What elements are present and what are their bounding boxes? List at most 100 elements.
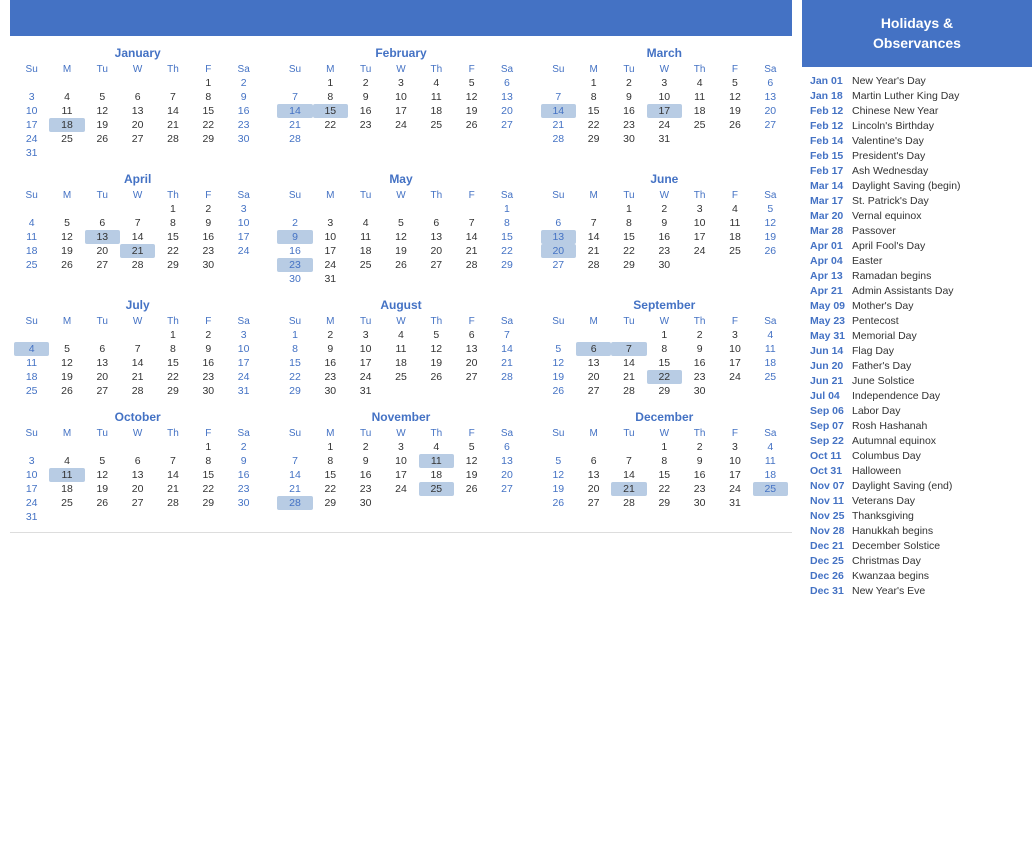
- calendar-day: 11: [14, 356, 49, 370]
- calendar-day: 14: [120, 356, 155, 370]
- calendar-day: 15: [647, 468, 682, 482]
- calendar-day: 12: [419, 342, 454, 356]
- calendar-day: [419, 272, 454, 286]
- weekday-header: Th: [419, 63, 454, 76]
- weekday-header: Su: [14, 189, 49, 202]
- calendar-day: 25: [419, 118, 454, 132]
- calendar-day: 5: [454, 76, 489, 90]
- calendar-day: 3: [226, 328, 261, 342]
- calendar-day: 24: [14, 132, 49, 146]
- holiday-date: Nov 07: [810, 480, 852, 492]
- weekday-header: Sa: [226, 63, 261, 76]
- calendar-day: 18: [419, 104, 454, 118]
- calendar-day: [753, 384, 788, 398]
- calendar-day: 10: [14, 104, 49, 118]
- calendar-day: [419, 496, 454, 510]
- weekday-header: Tu: [348, 189, 383, 202]
- calendar-day: 23: [611, 118, 646, 132]
- weekday-header: Su: [541, 189, 576, 202]
- calendar-day: [682, 132, 717, 146]
- calendar-day: 16: [611, 104, 646, 118]
- holiday-item: Feb 15President's Day: [810, 148, 1024, 163]
- holiday-item: Oct 11Columbus Day: [810, 448, 1024, 463]
- weekday-header: W: [383, 427, 418, 440]
- calendar-day: 21: [489, 356, 524, 370]
- calendar-day: 21: [576, 244, 611, 258]
- calendar-day: 11: [49, 104, 84, 118]
- calendar-day: 6: [454, 328, 489, 342]
- calendar-day: 12: [49, 356, 84, 370]
- holiday-item: Nov 28Hanukkah begins: [810, 523, 1024, 538]
- calendar-day: 10: [717, 342, 752, 356]
- calendar-day: [155, 510, 190, 524]
- holiday-date: Nov 11: [810, 495, 852, 507]
- calendar-day: 12: [717, 90, 752, 104]
- calendar-day: 19: [454, 104, 489, 118]
- calendar-day: 14: [155, 468, 190, 482]
- calendar-day: 8: [313, 454, 348, 468]
- calendar-day: 13: [454, 342, 489, 356]
- calendar-day: 15: [611, 230, 646, 244]
- calendar-day: 1: [155, 202, 190, 216]
- calendar-day: 16: [226, 468, 261, 482]
- holiday-name: Thanksgiving: [852, 510, 914, 522]
- calendar-day: 23: [277, 258, 312, 272]
- calendar-day: 21: [277, 118, 312, 132]
- calendar-day: 16: [647, 230, 682, 244]
- calendar-day: 21: [155, 118, 190, 132]
- calendar-day: 4: [753, 328, 788, 342]
- calendar-day: 26: [717, 118, 752, 132]
- holiday-date: Dec 21: [810, 540, 852, 552]
- calendar-day: [454, 496, 489, 510]
- weekday-header: Su: [14, 427, 49, 440]
- calendar-day: 29: [155, 384, 190, 398]
- calendar-day: [682, 258, 717, 272]
- calendar-day: 5: [454, 440, 489, 454]
- holiday-name: Rosh Hashanah: [852, 420, 927, 432]
- holiday-name: Hanukkah begins: [852, 525, 933, 537]
- calendar-day: [489, 132, 524, 146]
- holiday-name: Chinese New Year: [852, 105, 938, 117]
- holiday-item: Feb 14Valentine's Day: [810, 133, 1024, 148]
- calendar-day: 27: [120, 132, 155, 146]
- calendar-day: [49, 440, 84, 454]
- calendar-day: 30: [226, 132, 261, 146]
- holiday-item: Mar 14Daylight Saving (begin): [810, 178, 1024, 193]
- calendar-day: 7: [277, 90, 312, 104]
- calendar-day: 28: [489, 370, 524, 384]
- weekday-header: F: [717, 427, 752, 440]
- calendar-day: 31: [313, 272, 348, 286]
- calendar-day: 18: [753, 468, 788, 482]
- calendar-day: 25: [383, 370, 418, 384]
- calendar-day: 26: [454, 118, 489, 132]
- calendar-day: 25: [419, 482, 454, 496]
- month-table: SuMTuWThFSa12345678910111213141516171819…: [14, 427, 261, 524]
- holiday-item: Dec 25Christmas Day: [810, 553, 1024, 568]
- calendar-day: 20: [576, 482, 611, 496]
- calendar-day: 25: [49, 132, 84, 146]
- calendar-day: 15: [313, 468, 348, 482]
- holiday-date: Jan 18: [810, 90, 852, 102]
- calendar-day: [611, 440, 646, 454]
- weekday-header: Sa: [226, 189, 261, 202]
- calendar-day: 11: [682, 90, 717, 104]
- calendar-day: 30: [611, 132, 646, 146]
- calendar-day: 30: [348, 496, 383, 510]
- weekday-header: M: [49, 427, 84, 440]
- calendar-day: [155, 440, 190, 454]
- holiday-date: Jun 14: [810, 345, 852, 357]
- calendar-day: 17: [682, 230, 717, 244]
- holiday-item: Mar 20Vernal equinox: [810, 208, 1024, 223]
- calendar-day: 13: [85, 356, 120, 370]
- weekday-header: Su: [541, 315, 576, 328]
- weekday-header: Tu: [85, 63, 120, 76]
- holiday-name: Veterans Day: [852, 495, 915, 507]
- calendar-day: 4: [14, 216, 49, 230]
- month-title: February: [277, 46, 524, 60]
- weekday-header: Tu: [611, 315, 646, 328]
- weekday-header: Sa: [489, 189, 524, 202]
- holiday-item: Feb 17Ash Wednesday: [810, 163, 1024, 178]
- holiday-date: Jul 04: [810, 390, 852, 402]
- calendar-day: 18: [348, 244, 383, 258]
- calendar-day: 8: [647, 454, 682, 468]
